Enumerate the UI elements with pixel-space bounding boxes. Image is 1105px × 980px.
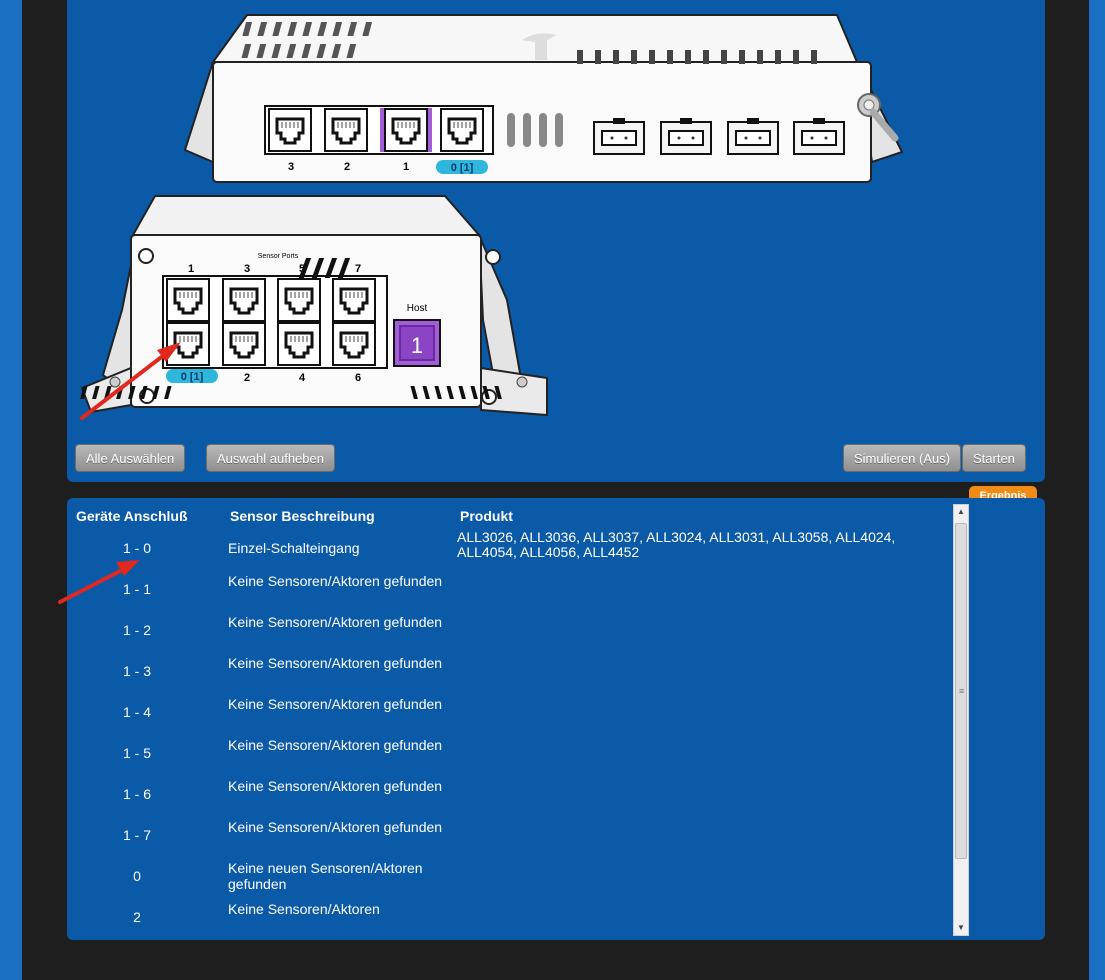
red-arrow-annotation <box>80 342 181 420</box>
annotation-layer <box>58 342 181 604</box>
red-arrow-annotation <box>58 560 140 604</box>
